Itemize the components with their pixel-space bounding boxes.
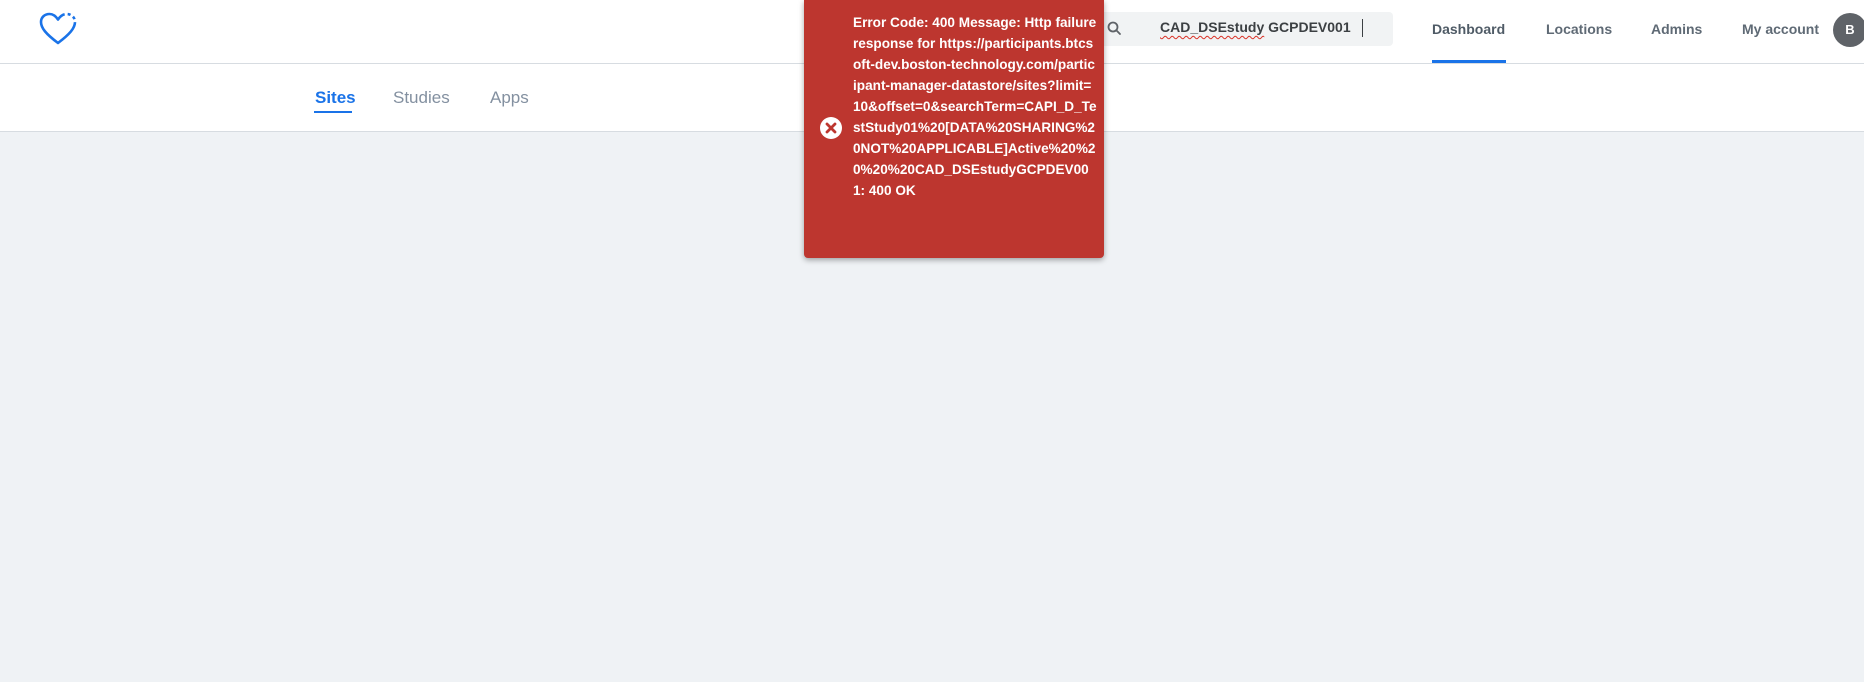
nav-admins[interactable]: Admins xyxy=(1651,21,1702,37)
text-cursor xyxy=(1362,19,1363,37)
tab-studies[interactable]: Studies xyxy=(393,88,450,108)
error-toast[interactable]: Error Code: 400 Message: Http failure re… xyxy=(804,0,1104,258)
search-input[interactable]: CAD_DSEstudy GCPDEV001 xyxy=(1160,19,1375,39)
search-bar[interactable]: CAD_DSEstudy GCPDEV001 xyxy=(1096,12,1393,46)
search-value-part2: GCPDEV001 xyxy=(1264,19,1351,35)
tab-active-indicator xyxy=(314,111,352,113)
nav-my-account[interactable]: My account xyxy=(1742,21,1819,37)
tab-sites[interactable]: Sites xyxy=(315,88,356,108)
nav-locations[interactable]: Locations xyxy=(1546,21,1612,37)
error-close-icon xyxy=(820,117,842,139)
heart-outline-icon[interactable] xyxy=(38,12,78,46)
nav-active-indicator xyxy=(1432,60,1506,63)
search-value-part1: CAD_DSEstudy xyxy=(1160,19,1265,35)
avatar[interactable]: B xyxy=(1833,13,1864,47)
nav-dashboard[interactable]: Dashboard xyxy=(1432,21,1505,37)
search-icon xyxy=(1107,21,1121,35)
tab-apps[interactable]: Apps xyxy=(490,88,529,108)
error-message: Error Code: 400 Message: Http failure re… xyxy=(853,15,1097,198)
